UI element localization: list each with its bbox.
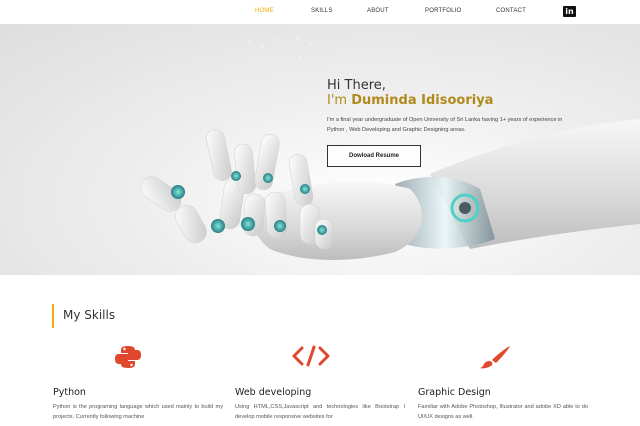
skill-title-python: Python bbox=[53, 387, 86, 398]
top-navbar: HOME SKILLS ABOUT PORTFOLIO CONTACT in bbox=[0, 0, 640, 24]
skill-desc-graphic: Familiar with Adobe Photoshop, Illustrat… bbox=[418, 404, 588, 420]
download-resume-button[interactable]: Dowload Resume bbox=[327, 145, 421, 167]
hero-greeting: Hi There, bbox=[327, 78, 386, 93]
linkedin-icon[interactable]: in bbox=[563, 6, 576, 17]
python-icon bbox=[115, 346, 141, 368]
hero-name-prefix: I'm bbox=[327, 93, 352, 108]
skill-title-web: Web developing bbox=[235, 387, 312, 398]
code-icon bbox=[292, 345, 330, 367]
hero-description: I'm a final year undergraduate of Open U… bbox=[327, 117, 563, 133]
nav-home[interactable]: HOME bbox=[255, 8, 274, 14]
nav-portfolio[interactable]: PORTFOLIO bbox=[425, 8, 461, 14]
hero-name-line: I'm Duminda Idisooriya bbox=[327, 93, 493, 108]
skills-heading: My Skills bbox=[63, 308, 116, 322]
robot-hand-image bbox=[140, 37, 640, 260]
paintbrush-icon bbox=[479, 346, 510, 369]
skill-desc-web: Using HTML,CSS,Javascript and technologi… bbox=[235, 404, 405, 420]
section-accent-bar bbox=[52, 304, 54, 328]
nav-contact[interactable]: CONTACT bbox=[496, 8, 526, 14]
nav-skills[interactable]: SKILLS bbox=[311, 8, 333, 14]
skill-desc-python: Python is the programing language which … bbox=[53, 404, 223, 420]
hero-section: Hi There, I'm Duminda Idisooriya I'm a f… bbox=[0, 24, 640, 275]
skill-title-graphic: Graphic Design bbox=[418, 387, 491, 398]
nav-about[interactable]: ABOUT bbox=[367, 8, 389, 14]
hero-name: Duminda Idisooriya bbox=[351, 93, 494, 108]
